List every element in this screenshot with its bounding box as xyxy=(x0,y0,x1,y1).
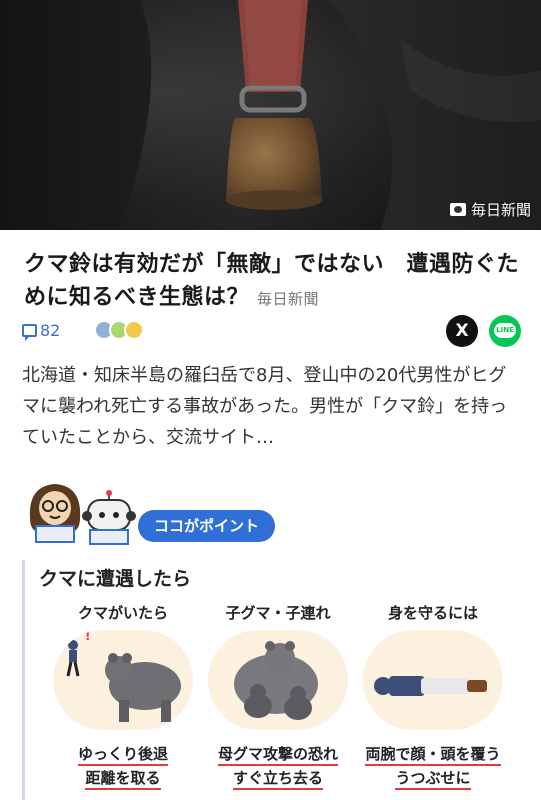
caption-line-2: 距離を取る xyxy=(85,769,161,790)
point-badge[interactable]: ココがポイント xyxy=(138,510,276,542)
panel-caption: ゆっくり後退 距離を取る xyxy=(47,742,199,790)
comment-icon xyxy=(22,324,37,341)
hero-image[interactable]: 毎日新聞 xyxy=(0,0,541,230)
infographic[interactable]: クマに遭遇したら クマがいたら ! ゆっくり後退 距離を取る 子グマ・子連れ 母… xyxy=(22,560,522,800)
article-summary[interactable]: 北海道・知床半島の羅臼岳で8月、登山中の20代男性がヒグマに襲われ死亡する事故が… xyxy=(22,360,522,453)
prone-person-icon xyxy=(374,676,487,696)
svg-text:!: ! xyxy=(85,630,90,643)
article-title[interactable]: クマ鈴は有効だが「無敵」ではない 遭遇防ぐために知るべき生態は？ 毎日新聞 xyxy=(24,248,524,316)
bear-cub-icon xyxy=(234,641,318,720)
share-x-button[interactable]: X xyxy=(446,315,478,347)
reaction-think-icon xyxy=(124,320,144,340)
panel-title: 子グマ・子連れ xyxy=(225,604,331,622)
comment-count-button[interactable]: 82 xyxy=(22,321,61,341)
panel-title: 身を守るには xyxy=(387,604,478,622)
panel-bear-present: クマがいたら ! ゆっくり後退 距離を取る xyxy=(47,602,199,800)
bear-encounter-illustration: ! xyxy=(53,630,193,730)
reaction-icons[interactable] xyxy=(94,320,144,340)
article-source: 毎日新聞 xyxy=(257,290,320,308)
point-section-header: ココがポイント xyxy=(22,478,522,548)
bear-icon: ! xyxy=(66,630,181,722)
character-woman-icon xyxy=(29,484,81,543)
photo-credit-text: 毎日新聞 xyxy=(470,201,531,219)
panel-caption: 母グマ攻撃の恐れ すぐ立ち去る xyxy=(202,742,354,790)
camera-icon xyxy=(449,203,466,216)
hero-overlay xyxy=(0,0,541,230)
character-robot-icon xyxy=(82,490,136,545)
photo-credit: 毎日新聞 xyxy=(449,199,531,220)
panel-caption: 両腕で顔・頭を覆う うつぶせに xyxy=(357,742,509,790)
cub-illustration xyxy=(208,630,348,730)
panel-protect: 身を守るには 両腕で顔・頭を覆う うつぶせに xyxy=(357,602,509,800)
caption-line-2: すぐ立ち去る xyxy=(232,769,323,790)
x-icon: X xyxy=(455,321,469,341)
caption-line-2: うつぶせに xyxy=(395,769,471,790)
caption-line-1: ゆっくり後退 xyxy=(77,745,168,766)
line-icon: LINE xyxy=(494,323,516,338)
caption-line-1: 母グマ攻撃の恐れ xyxy=(217,745,338,766)
infographic-heading: クマに遭遇したら xyxy=(39,568,192,590)
panel-title: クマがいたら xyxy=(77,604,168,622)
comment-count: 82 xyxy=(40,321,61,340)
caption-line-1: 両腕で顔・頭を覆う xyxy=(365,745,501,766)
share-line-button[interactable]: LINE xyxy=(489,315,521,347)
panel-cub: 子グマ・子連れ 母グマ攻撃の恐れ すぐ立ち去る xyxy=(202,602,354,800)
article-meta: 82 X LINE xyxy=(22,315,522,348)
protect-pose-illustration xyxy=(363,630,503,730)
